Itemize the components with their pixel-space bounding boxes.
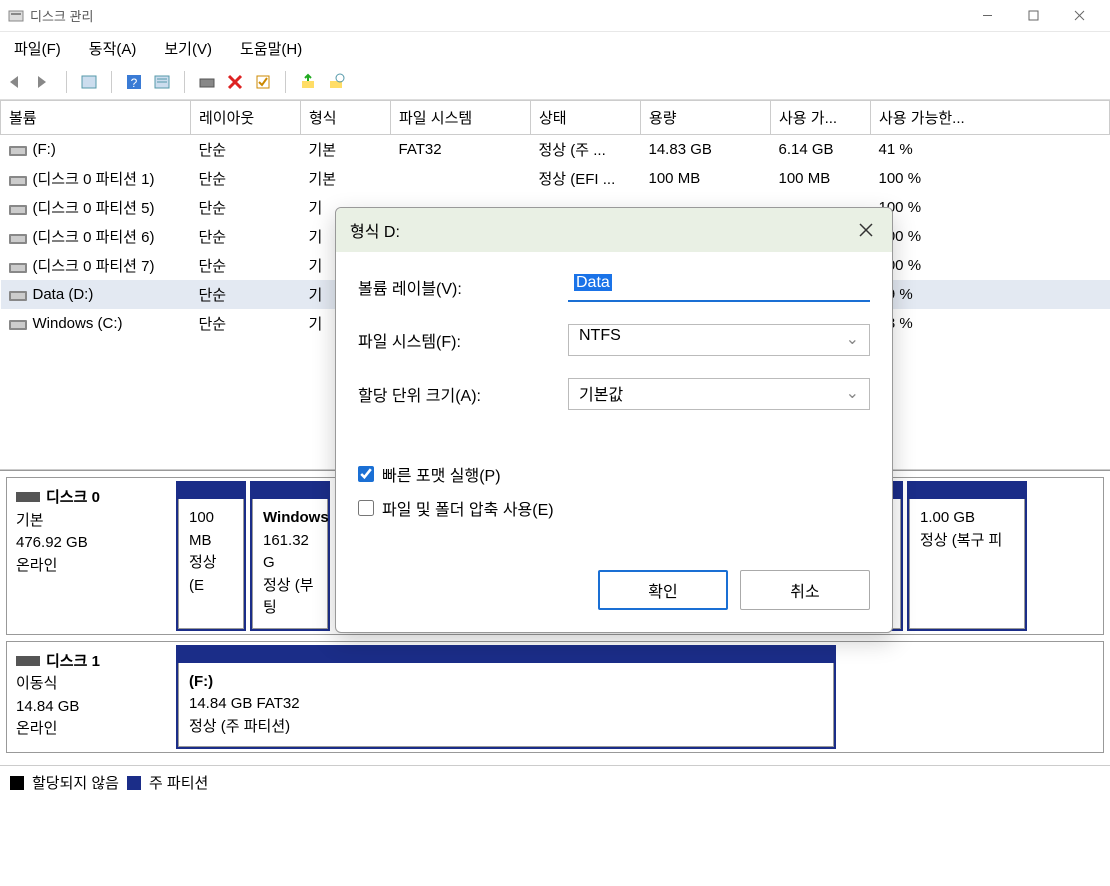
list-icon[interactable] [150,70,174,94]
col-pct[interactable]: 사용 가능한... [871,101,1110,135]
close-button[interactable] [1056,1,1102,31]
col-volume[interactable]: 볼륨 [1,101,191,135]
titlebar: 디스크 관리 [0,0,1110,32]
disk-info: 디스크 1이동식14.84 GB온라인 [10,645,170,750]
volume-label-input[interactable]: Data [568,272,870,302]
col-capacity[interactable]: 용량 [641,101,771,135]
quick-format-checkbox[interactable] [358,466,374,482]
legend: 할당되지 않음 주 파티션 [0,765,1110,799]
back-button[interactable] [6,70,30,94]
unalloc-swatch [10,776,24,790]
volume-icon [9,144,27,156]
maximize-button[interactable] [1010,1,1056,31]
partition-box[interactable]: (F:)14.84 GB FAT32정상 (주 파티션) [176,645,836,750]
menu-view[interactable]: 보기(V) [156,34,220,63]
volume-icon [9,232,27,244]
col-used[interactable]: 사용 가... [771,101,871,135]
volume-icon [9,318,27,330]
compress-label: 파일 및 폴더 압축 사용(E) [382,496,554,520]
col-type[interactable]: 형식 [301,101,391,135]
partition-box[interactable]: Windows161.32 G정상 (부팅 [250,481,330,631]
legend-primary: 주 파티션 [149,772,208,793]
alloc-size-label: 할당 단위 크기(A): [358,382,568,406]
shrink-icon[interactable] [324,70,348,94]
svg-text:?: ? [131,76,138,90]
disk-mgmt-icon [8,8,24,24]
menu-file[interactable]: 파일(F) [6,34,69,63]
volume-icon [9,261,27,273]
format-dialog: 형식 D: 볼륨 레이블(V): Data 파일 시스템(F): NTFS 할당… [335,207,893,633]
partition-box[interactable]: 1.00 GB정상 (복구 피 [907,481,1027,631]
ok-button[interactable]: 확인 [598,570,728,610]
extend-icon[interactable] [296,70,320,94]
dialog-close-button[interactable] [854,218,878,242]
volume-label-label: 볼륨 레이블(V): [358,275,568,299]
disk-row: 디스크 1이동식14.84 GB온라인(F:)14.84 GB FAT32정상 … [6,641,1104,754]
forward-button[interactable] [32,70,56,94]
help-icon[interactable]: ? [122,70,146,94]
table-header: 볼륨 레이아웃 형식 파일 시스템 상태 용량 사용 가... 사용 가능한..… [1,101,1110,135]
volume-icon [9,174,27,186]
volume-icon [9,289,27,301]
col-fs[interactable]: 파일 시스템 [391,101,531,135]
legend-unalloc: 할당되지 않음 [32,772,119,793]
minimize-button[interactable] [964,1,1010,31]
cancel-button[interactable]: 취소 [740,570,870,610]
col-status[interactable]: 상태 [531,101,641,135]
volume-icon [9,203,27,215]
window-title: 디스크 관리 [30,6,93,25]
menu-action[interactable]: 동작(A) [81,34,145,63]
disk-icon [16,492,40,502]
dialog-title: 형식 D: [350,218,400,242]
toolbar: ? [0,64,1110,100]
col-layout[interactable]: 레이아웃 [191,101,301,135]
table-row[interactable]: (F:)단순기본FAT32정상 (주 ...14.83 GB6.14 GB41 … [1,135,1110,165]
table-row[interactable]: (디스크 0 파티션 1)단순기본정상 (EFI ...100 MB100 MB… [1,164,1110,193]
properties-icon[interactable] [251,70,275,94]
delete-icon[interactable] [223,70,247,94]
dialog-titlebar: 형식 D: [336,208,892,252]
primary-swatch [127,776,141,790]
file-system-label: 파일 시스템(F): [358,328,568,352]
refresh-icon[interactable] [195,70,219,94]
partition-box[interactable]: 100 MB정상 (E [176,481,246,631]
file-system-select[interactable]: NTFS [568,324,870,356]
quick-format-label: 빠른 포맷 실행(P) [382,462,501,486]
menu-help[interactable]: 도움말(H) [232,34,310,63]
compress-checkbox[interactable] [358,500,374,516]
disk-icon [16,656,40,666]
disk-info: 디스크 0기본476.92 GB온라인 [10,481,170,631]
show-hide-icon[interactable] [77,70,101,94]
alloc-size-select[interactable]: 기본값 [568,378,870,410]
menubar: 파일(F) 동작(A) 보기(V) 도움말(H) [0,32,1110,64]
